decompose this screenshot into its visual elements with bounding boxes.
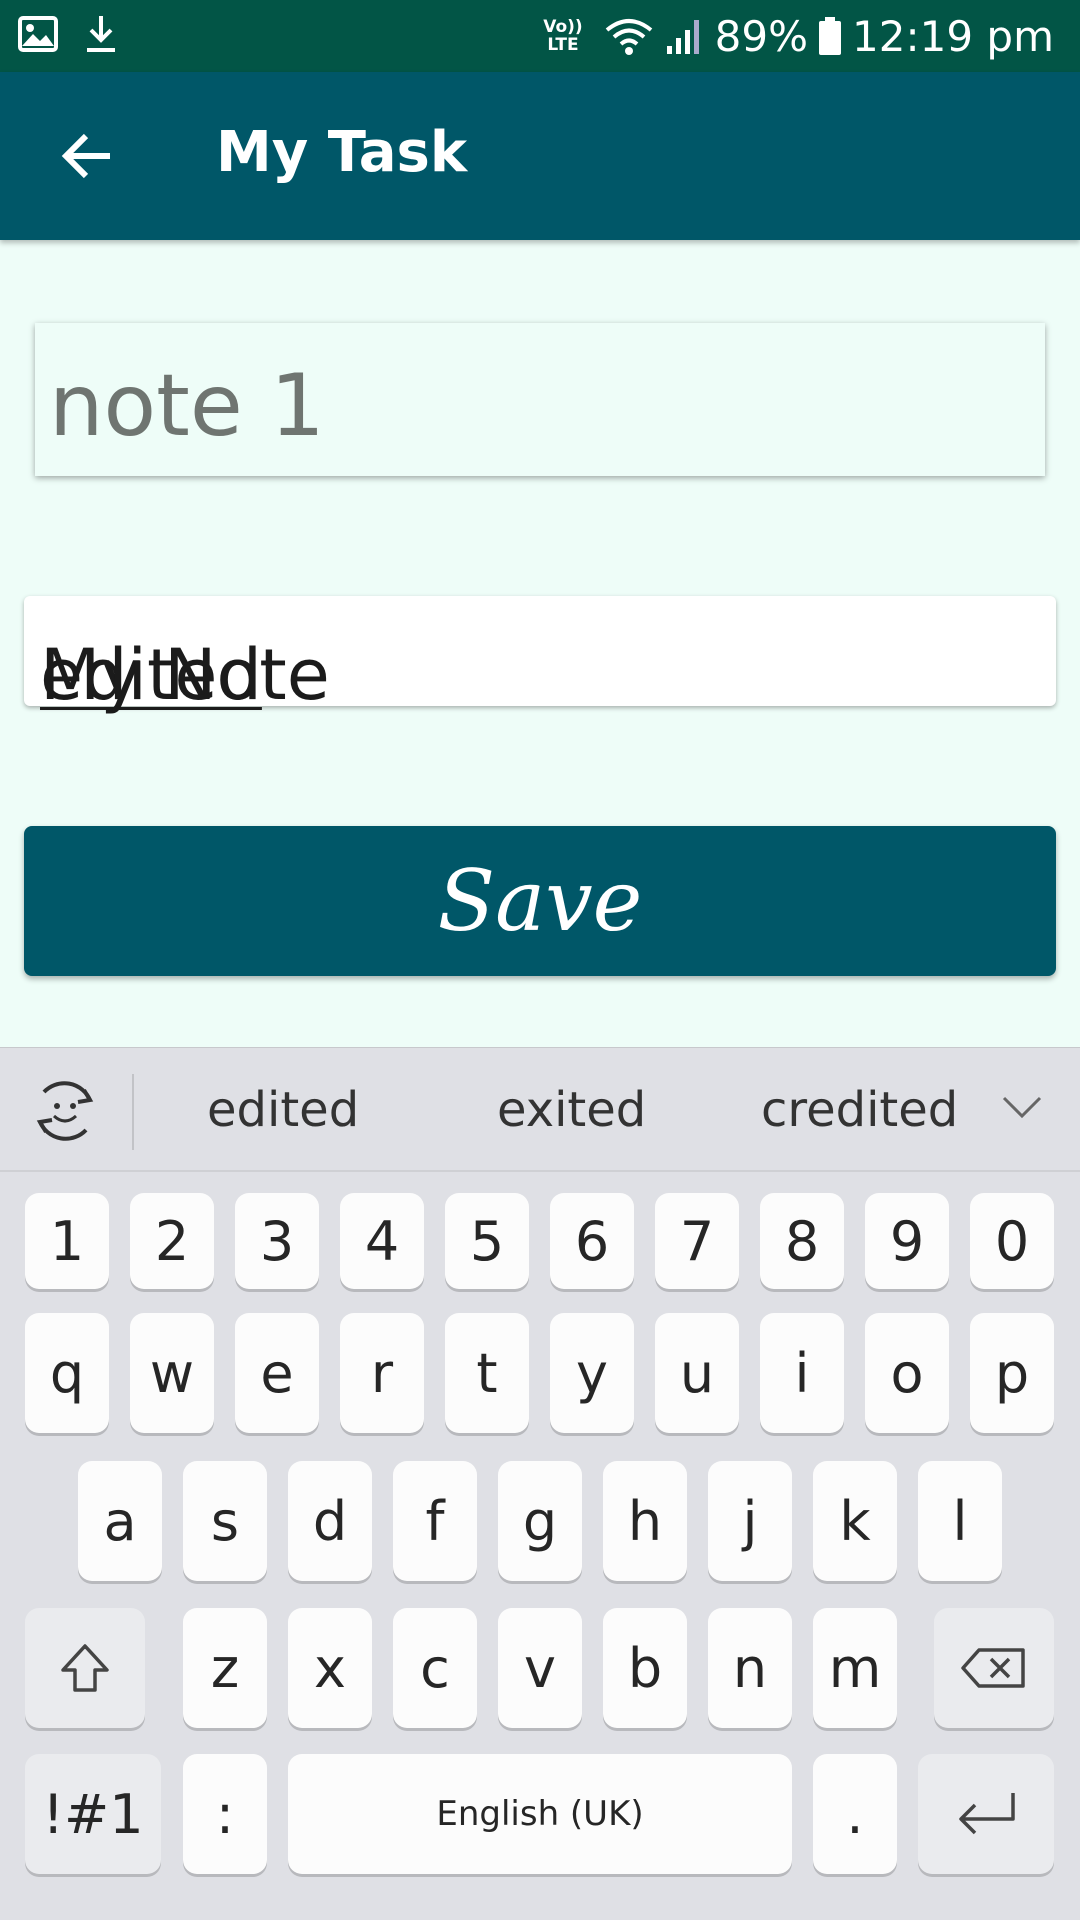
symbols-key[interactable]: !#1	[25, 1754, 161, 1874]
suggestion-divider	[132, 1074, 134, 1150]
key-p[interactable]: p	[970, 1313, 1054, 1433]
key-o[interactable]: o	[865, 1313, 949, 1433]
clock: 12:19 pm	[852, 11, 1054, 61]
note-input[interactable]: My Note edited	[24, 596, 1056, 710]
shift-key[interactable]	[25, 1608, 145, 1728]
colon-key[interactable]: :	[183, 1754, 267, 1874]
shift-arrow-icon	[61, 1644, 109, 1692]
key-k[interactable]: k	[813, 1461, 897, 1581]
key-h[interactable]: h	[603, 1461, 687, 1581]
key-r[interactable]: r	[340, 1313, 424, 1433]
signal-icon	[666, 20, 699, 54]
title-input-value: note 1	[49, 356, 325, 456]
key-f[interactable]: f	[393, 1461, 477, 1581]
emoji-sync-icon[interactable]	[30, 1078, 100, 1144]
key-i[interactable]: i	[760, 1313, 844, 1433]
key-x[interactable]: x	[288, 1608, 372, 1728]
status-bar: Vo)) LTE 89% 12:19 pm	[0, 0, 1080, 72]
chevron-down-icon[interactable]	[1000, 1092, 1044, 1122]
download-icon	[87, 16, 115, 52]
key-z[interactable]: z	[183, 1608, 267, 1728]
app-bar: My Task	[0, 72, 1080, 240]
key-1[interactable]: 1	[25, 1193, 109, 1289]
suggestion-bar: edited exited credited	[0, 1048, 1080, 1172]
page-title: My Task	[216, 120, 468, 185]
key-6[interactable]: 6	[550, 1193, 634, 1289]
image-icon	[18, 16, 58, 52]
save-button[interactable]: Save	[24, 826, 1056, 976]
key-t[interactable]: t	[445, 1313, 529, 1433]
suggestion-2[interactable]: exited	[497, 1082, 646, 1138]
key-n[interactable]: n	[708, 1608, 792, 1728]
enter-key[interactable]	[918, 1754, 1054, 1874]
wifi-icon	[605, 19, 652, 55]
suggestion-1[interactable]: edited	[207, 1082, 359, 1138]
key-y[interactable]: y	[550, 1313, 634, 1433]
key-9[interactable]: 9	[865, 1193, 949, 1289]
key-v[interactable]: v	[498, 1608, 582, 1728]
soft-keyboard: edited exited credited 1 2 3 4 5 6 7 8 9…	[0, 1047, 1080, 1920]
key-u[interactable]: u	[655, 1313, 739, 1433]
key-2[interactable]: 2	[130, 1193, 214, 1289]
key-m[interactable]: m	[813, 1608, 897, 1728]
battery-percent: 89%	[714, 11, 809, 61]
key-w[interactable]: w	[130, 1313, 214, 1433]
key-a[interactable]: a	[78, 1461, 162, 1581]
key-l[interactable]: l	[918, 1461, 1002, 1581]
arrow-back-icon[interactable]	[56, 124, 120, 188]
space-key[interactable]: English (UK)	[288, 1754, 792, 1874]
period-key[interactable]: .	[813, 1754, 897, 1874]
key-b[interactable]: b	[603, 1608, 687, 1728]
key-j[interactable]: j	[708, 1461, 792, 1581]
enter-icon	[959, 1793, 1015, 1835]
suggestion-3[interactable]: credited	[761, 1082, 958, 1138]
key-s[interactable]: s	[183, 1461, 267, 1581]
backspace-key[interactable]	[934, 1608, 1054, 1728]
key-7[interactable]: 7	[655, 1193, 739, 1289]
key-8[interactable]: 8	[760, 1193, 844, 1289]
key-4[interactable]: 4	[340, 1193, 424, 1289]
backspace-icon	[961, 1648, 1025, 1688]
key-0[interactable]: 0	[970, 1193, 1054, 1289]
note-text-composing-word: edited	[40, 634, 262, 716]
key-e[interactable]: e	[235, 1313, 319, 1433]
key-d[interactable]: d	[288, 1461, 372, 1581]
key-3[interactable]: 3	[235, 1193, 319, 1289]
key-c[interactable]: c	[393, 1608, 477, 1728]
key-g[interactable]: g	[498, 1461, 582, 1581]
battery-icon	[819, 17, 842, 55]
key-5[interactable]: 5	[445, 1193, 529, 1289]
volte-indicator: Vo)) LTE	[543, 17, 583, 55]
key-q[interactable]: q	[25, 1313, 109, 1433]
title-input[interactable]: note 1	[35, 323, 1045, 476]
